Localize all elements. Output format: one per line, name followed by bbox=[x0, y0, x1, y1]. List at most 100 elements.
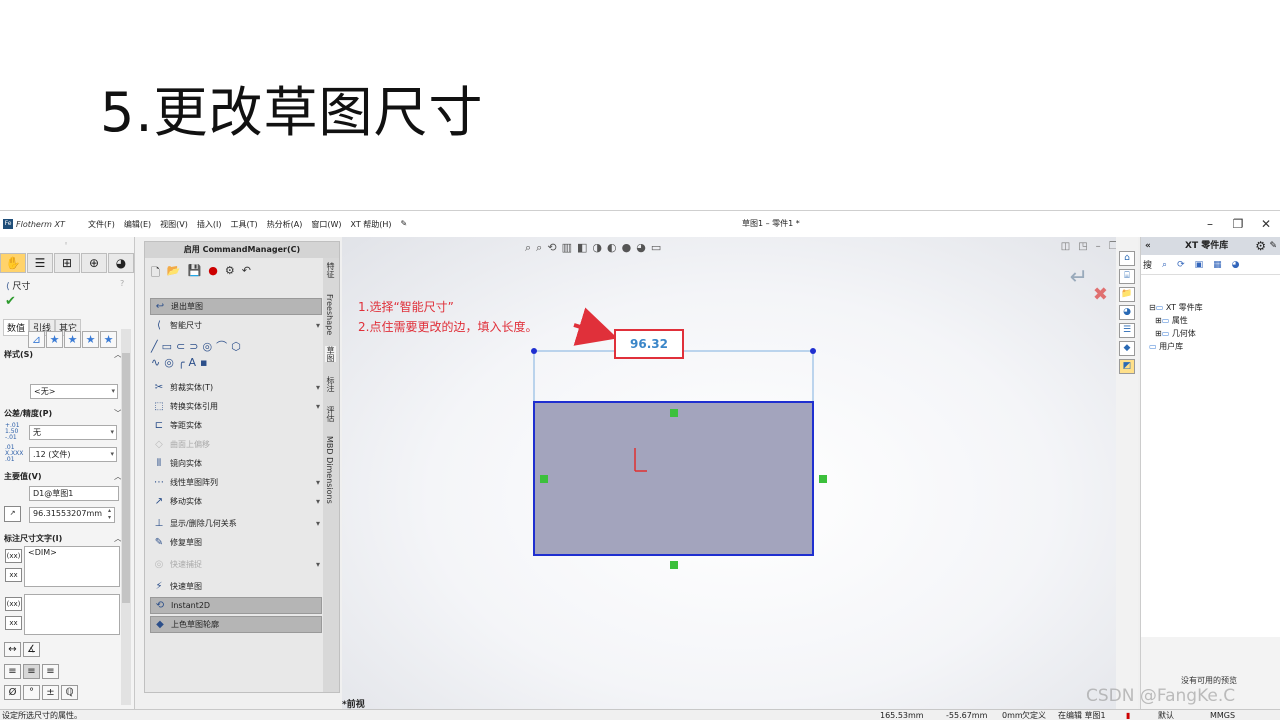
graphics-viewport[interactable]: ⌕⌕⟲▥◧◑◐●◕▭ ◫ ◳ – ❐ ✕ ↵ ✖ 1.选择“智能尺寸” 2.点住… bbox=[342, 237, 1138, 710]
inspection-dimension-icon[interactable]: (xx) bbox=[5, 597, 22, 611]
appearance-icon[interactable]: ◕ bbox=[108, 253, 134, 273]
pm-scrollbar-thumb[interactable] bbox=[122, 353, 130, 603]
quick-snaps-button[interactable]: ◎ 快速捕捉 ▾ bbox=[150, 556, 322, 573]
appearance-library-icon[interactable]: ◕ bbox=[1232, 260, 1240, 270]
minimize-icon[interactable]: – bbox=[1196, 211, 1224, 237]
dimension-text-above[interactable]: <DIM> bbox=[24, 546, 120, 587]
save-style-icon[interactable]: ★ bbox=[100, 331, 117, 348]
chevron-down-icon[interactable]: ▾ bbox=[316, 402, 320, 411]
centerline-symbol-icon[interactable]: ℚ bbox=[61, 685, 78, 700]
gear-icon[interactable]: ⚙ bbox=[1255, 237, 1266, 255]
rectangle-tool-icon[interactable]: ▭ bbox=[162, 340, 176, 353]
text-tool-icon[interactable]: A bbox=[188, 356, 200, 369]
primary-value-section-header[interactable]: 主要值(V) ︿ bbox=[4, 471, 122, 482]
circle-tool-icon[interactable]: ◎ bbox=[202, 340, 216, 353]
trim-entities-button[interactable]: ✂ 剪裁实体(T) ▾ bbox=[150, 379, 322, 396]
dimension-handle-right[interactable] bbox=[810, 348, 816, 354]
offset-entities-button[interactable]: ⊏ 等距实体 bbox=[150, 417, 322, 434]
options-gear-icon[interactable]: ⚙ bbox=[225, 264, 235, 283]
restore-icon[interactable]: ❐ bbox=[1224, 211, 1252, 237]
command-manager-header[interactable]: 启用 CommandManager(C) bbox=[145, 242, 339, 258]
style-section-header[interactable]: 样式(S) ︿ bbox=[4, 349, 122, 360]
appearances-icon[interactable]: ◕ bbox=[1119, 305, 1135, 320]
offset-on-surface-button[interactable]: ◇ 曲面上偏移 bbox=[150, 436, 322, 453]
chevron-down-icon[interactable]: ▾ bbox=[316, 497, 320, 506]
pin-icon[interactable]: ✎ bbox=[401, 219, 408, 230]
collapse-panel-icon[interactable]: « bbox=[1145, 241, 1151, 251]
parentheses-icon[interactable]: (xx) bbox=[5, 549, 22, 563]
tolerance-section-header[interactable]: 公差/精度(P) ﹀ bbox=[4, 408, 122, 419]
repair-sketch-button[interactable]: ✎ 修复草图 bbox=[150, 534, 322, 551]
tab-sketch[interactable]: 草图 bbox=[325, 346, 336, 362]
tolerance-type-dropdown[interactable]: 无 ▾ bbox=[29, 425, 117, 440]
tab-evaluate[interactable]: 评估 bbox=[325, 406, 336, 422]
tree-item-properties[interactable]: ⊞▭ 属性 bbox=[1149, 314, 1203, 327]
sketch-rectangle[interactable] bbox=[533, 401, 814, 556]
chevron-down-icon[interactable]: ▾ bbox=[316, 519, 320, 528]
search-tab[interactable]: 搜 bbox=[1143, 258, 1152, 271]
xt-parts-icon[interactable]: ◩ bbox=[1119, 359, 1135, 374]
delete-style-icon[interactable]: ★ bbox=[82, 331, 99, 348]
dimension-value-field[interactable]: 96.31553207mm bbox=[29, 507, 115, 523]
ellipse-tool-icon[interactable]: ◎ bbox=[164, 356, 178, 369]
tree-item-user-library[interactable]: ▭ 用户库 bbox=[1149, 340, 1203, 353]
chevron-down-icon[interactable]: ▾ bbox=[316, 383, 320, 392]
angled-leader-icon[interactable]: ∡ bbox=[23, 642, 40, 657]
menu-insert[interactable]: 插入(I) bbox=[197, 219, 222, 230]
undo-icon[interactable]: ↶ bbox=[242, 264, 251, 283]
menu-file[interactable]: 文件(F) bbox=[88, 219, 115, 230]
chevron-down-icon[interactable]: ▾ bbox=[316, 560, 320, 569]
status-units[interactable]: MMGS bbox=[1210, 710, 1235, 720]
arc-tool-icon[interactable]: ⌒ bbox=[216, 340, 231, 353]
open-icon[interactable]: 📂 bbox=[167, 264, 181, 283]
spline-tool-icon[interactable]: ∿ bbox=[151, 356, 164, 369]
expand-icon[interactable]: ⊞ bbox=[1155, 316, 1162, 325]
mirror-entities-button[interactable]: ⫴ 镜向实体 bbox=[150, 455, 322, 472]
shaded-contours-button[interactable]: ◆ 上色草图轮廓 bbox=[150, 616, 322, 633]
align-center-icon[interactable]: ≡ bbox=[23, 664, 40, 679]
rebuild-status-icon[interactable]: ▮ bbox=[1126, 710, 1130, 720]
align-right-icon[interactable]: ≡ bbox=[42, 664, 59, 679]
pm-scrollbar[interactable] bbox=[121, 329, 131, 705]
plus-minus-symbol-icon[interactable]: ± bbox=[42, 685, 59, 700]
degree-symbol-icon[interactable]: ° bbox=[23, 685, 40, 700]
horizontal-relation-bottom[interactable] bbox=[670, 561, 678, 569]
align-left-icon[interactable]: ≡ bbox=[4, 664, 21, 679]
library-icon[interactable]: ▣ bbox=[1195, 260, 1204, 270]
design-library-icon[interactable]: ⌸ bbox=[1119, 269, 1135, 284]
point-tool-icon[interactable]: ▪ bbox=[200, 356, 211, 369]
add-style-icon[interactable]: ★ bbox=[46, 331, 63, 348]
rapid-sketch-button[interactable]: ⚡ 快速草图 bbox=[150, 578, 322, 595]
menu-edit[interactable]: 编辑(E) bbox=[124, 219, 151, 230]
pin-icon[interactable]: ✎ bbox=[1269, 237, 1277, 255]
dimension-value-display[interactable]: 96.32 bbox=[614, 329, 684, 359]
move-entities-button[interactable]: ↗ 移动实体 ▾ bbox=[150, 493, 322, 510]
linear-pattern-button[interactable]: ⋯ 线性草图阵列 ▾ bbox=[150, 474, 322, 491]
configuration-manager-icon[interactable]: ⊞ bbox=[54, 253, 80, 273]
menu-tools[interactable]: 工具(T) bbox=[230, 219, 257, 230]
feature-manager-icon[interactable]: ✋ bbox=[0, 253, 26, 273]
arrows-inside-icon[interactable]: ↔ bbox=[4, 642, 21, 657]
menu-window[interactable]: 窗口(W) bbox=[311, 219, 341, 230]
custom-properties-icon[interactable]: ☰ bbox=[1119, 323, 1135, 338]
dimension-text-section-header[interactable]: 标注尺寸文字(I) ︿ bbox=[4, 533, 122, 544]
search-icon[interactable]: ⌕ bbox=[1162, 260, 1167, 270]
vertical-relation-left[interactable] bbox=[540, 475, 548, 483]
menu-view[interactable]: 视图(V) bbox=[160, 219, 188, 230]
menu-help[interactable]: XT 帮助(H) bbox=[350, 219, 391, 230]
new-document-icon[interactable]: 🗋 bbox=[151, 264, 160, 283]
update-style-icon[interactable]: ★ bbox=[64, 331, 81, 348]
collapse-handle-icon[interactable]: ◦ bbox=[64, 240, 68, 248]
instant2d-button[interactable]: ⟲ Instant2D bbox=[150, 597, 322, 614]
tree-item-geometry[interactable]: ⊞▭ 几何体 bbox=[1149, 327, 1203, 340]
dimension-text-below[interactable] bbox=[24, 594, 120, 635]
style-dropdown[interactable]: <无> ▾ bbox=[30, 384, 118, 399]
chevron-down-icon[interactable]: ▾ bbox=[316, 321, 320, 330]
precision-dropdown[interactable]: .12 (文件) ▾ bbox=[29, 447, 117, 462]
property-manager-icon[interactable]: ☰ bbox=[27, 253, 53, 273]
fillet-tool-icon[interactable]: ╭ bbox=[178, 356, 189, 369]
expand-icon[interactable]: ⊟ bbox=[1149, 303, 1156, 312]
rebuild-icon[interactable]: ● bbox=[208, 264, 218, 283]
chevron-down-icon[interactable]: ▾ bbox=[316, 478, 320, 487]
slot-tool-icon[interactable]: ⊂⊃ bbox=[176, 340, 202, 353]
